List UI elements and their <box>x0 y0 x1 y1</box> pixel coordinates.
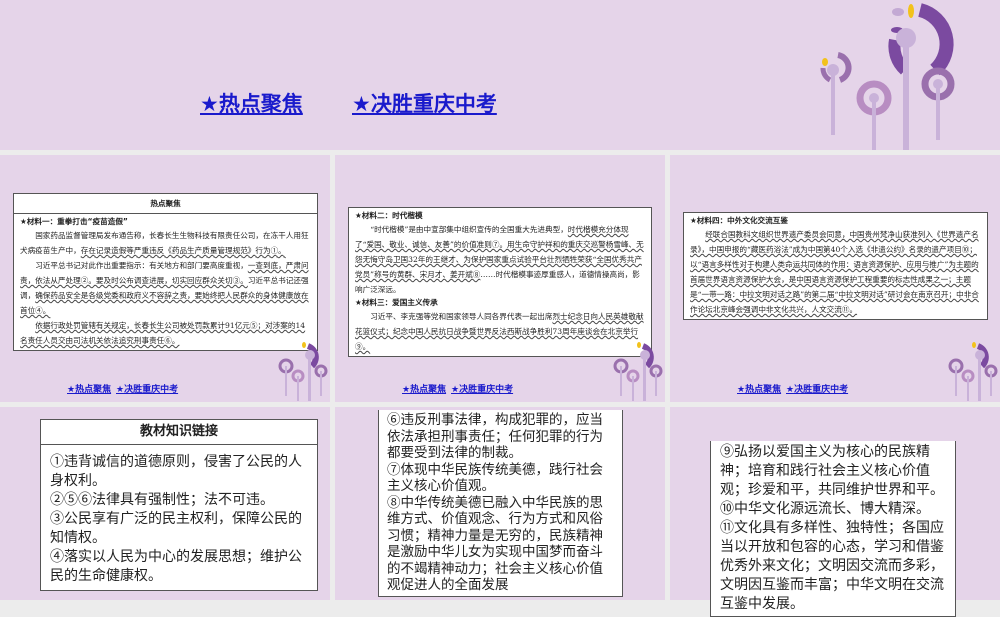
paragraph: 习近平、李克强等党和国家领导人同各界代表一起出席烈士纪念日向人民英雄敬献花篮仪式… <box>355 312 644 351</box>
paragraph: 经联合国教科文组织世界遗产委员会同意，中国贵州梵净山获准列入《世界遗产名录》，中… <box>690 230 979 314</box>
knowledge-box: ⑨弘扬以爱国主义为核心的民族精神；培育和践行社会主义核心价值观；珍爱和平，共同维… <box>710 441 956 617</box>
hotspot-link[interactable]: ★热点聚焦 <box>737 382 781 395</box>
textbook-knowledge-box: 教材知识链接 ①违背诚信的道德原则，侵害了公民的人身权利。 ②⑤⑥法律具有强制性… <box>40 419 318 591</box>
knowledge-item: ⑨弘扬以爱国主义为核心的民族精神；培育和践行社会主义核心价值观；珍爱和平，共同维… <box>720 444 944 498</box>
small-flower-icon <box>820 52 852 135</box>
flower-decoration-icon <box>856 3 955 150</box>
knowledge-box: ⑥违反刑事法律，构成犯罪的，应当依法承担刑事责任；任何犯罪的行为都要受到法律的制… <box>378 410 623 597</box>
knowledge-item: ⑩中华文化源远流长、博大精深。 <box>720 501 930 517</box>
hotspot-text-box: 热点聚焦 ★材料一：重拳打击“疫苗造假” 国家药品监督管理局发布通告称，长春长生… <box>13 193 318 351</box>
flower-decoration-icon <box>278 341 328 405</box>
knowledge-item: ②⑤⑥法律具有强制性；法不可违。 <box>50 492 274 508</box>
chongqing-exam-link[interactable]: ★决胜重庆中考 <box>352 88 497 118</box>
knowledge-item: ⑧中华传统美德已融入中华民族的思维方式、价值观念、行为方式和风俗习惯；精神力量是… <box>387 494 603 594</box>
knowledge-item: ⑥违反刑事法律，构成犯罪的，应当依法承担刑事责任；任何犯罪的行为都要受到法律的制… <box>387 412 603 461</box>
chongqing-exam-link[interactable]: ★决胜重庆中考 <box>116 382 178 395</box>
material-four-title: ★材料四：中外文化交流互鉴 <box>690 216 788 225</box>
knowledge-item: ④落实以人民为中心的发展思想；维护公民的生命健康权。 <box>50 549 302 584</box>
paragraph: 依据行政处罚管辖有关规定，长春长生公司被处罚款累计91亿元⑤；对涉案的14名责任… <box>20 321 306 345</box>
slide-textbook-links: 教材知识链接 ①违背诚信的道德原则，侵害了公民的人身权利。 ②⑤⑥法律具有强制性… <box>0 407 330 600</box>
material-text-box: ★材料四：中外文化交流互鉴 经联合国教科文组织世界遗产委员会同意，中国贵州梵净山… <box>683 212 988 320</box>
slide-material-one: 热点聚焦 ★材料一：重拳打击“疫苗造假” 国家药品监督管理局发布通告称，长春长生… <box>0 155 330 402</box>
flower-decoration-icon <box>613 341 663 405</box>
knowledge-item: ⑦体现中华民族传统美德，践行社会主义核心价值观。 <box>387 461 603 495</box>
hotspot-link[interactable]: ★热点聚焦 <box>200 88 303 118</box>
chongqing-exam-link[interactable]: ★决胜重庆中考 <box>786 382 848 395</box>
paragraph: “时代楷模”是由中宣部集中组织宣传的全国重大先进典型，时代楷模充分体现了“爱国、… <box>355 225 644 294</box>
material-one-title: ★材料一：重拳打击“疫苗造假” <box>20 217 128 226</box>
material-text-box: ★材料二：时代楷模 “时代楷模”是由中宣部集中组织宣传的全国重大先进典型，时代楷… <box>348 207 652 357</box>
material-two-title: ★材料二：时代楷模 <box>355 211 423 220</box>
slide-material-four: ★材料四：中外文化交流互鉴 经联合国教科文组织世界遗产委员会同意，中国贵州梵净山… <box>670 155 1000 402</box>
paragraph: 国家药品监督管理局发布通告称，长春长生生物科技有限责任公司，在冻干人用狂犬病疫苗… <box>20 231 309 255</box>
hotspot-link[interactable]: ★热点聚焦 <box>402 382 446 395</box>
knowledge-item: ③公民享有广泛的民主权利，保障公民的知情权。 <box>50 511 302 546</box>
box-header: 教材知识链接 <box>41 420 317 445</box>
flower-decoration-icon <box>948 341 998 405</box>
slide-material-two-three: ★材料二：时代楷模 “时代楷模”是由中宣部集中组织宣传的全国重大先进典型，时代楷… <box>335 155 665 402</box>
paragraph: 习近平总书记对此作出重要指示：有关地方和部门要高度重视，一查到底，严肃问责，依法… <box>20 261 309 315</box>
material-three-title: ★材料三：爱国主义传承 <box>355 298 438 307</box>
box-header: 热点聚焦 <box>14 194 317 214</box>
hotspot-link[interactable]: ★热点聚焦 <box>67 382 111 395</box>
chongqing-exam-link[interactable]: ★决胜重庆中考 <box>451 382 513 395</box>
slide-knowledge-continued: ⑥违反刑事法律，构成犯罪的，应当依法承担刑事责任；任何犯罪的行为都要受到法律的制… <box>335 407 665 600</box>
title-slide: ★热点聚焦 ★决胜重庆中考 <box>0 0 1000 150</box>
knowledge-item: ①违背诚信的道德原则，侵害了公民的人身权利。 <box>50 454 302 489</box>
slide-knowledge-culture: ⑨弘扬以爱国主义为核心的民族精神；培育和践行社会主义核心价值观；珍爱和平，共同维… <box>670 407 1000 617</box>
